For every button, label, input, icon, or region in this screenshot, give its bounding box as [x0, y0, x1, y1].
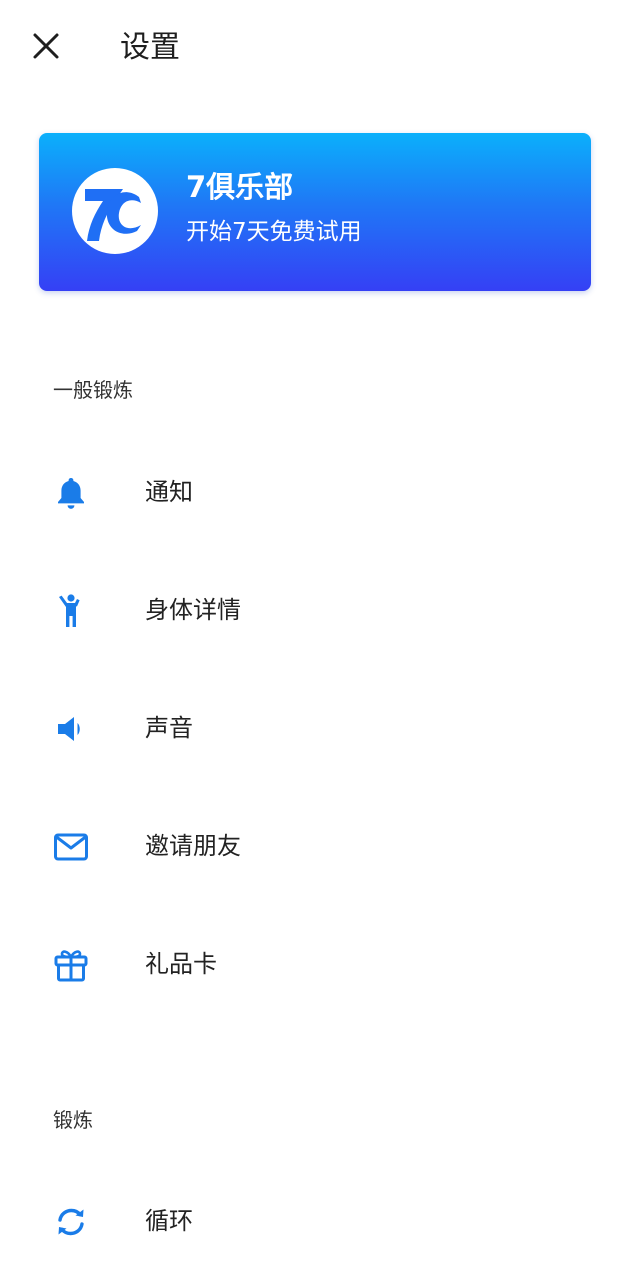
gift-icon — [54, 950, 88, 982]
promo-title: 7俱乐部 — [186, 170, 294, 204]
menu-item-label: 声音 — [145, 714, 193, 742]
section-header-workout: 锻炼 — [53, 1108, 93, 1132]
menu-item-label: 礼品卡 — [145, 950, 217, 978]
person-icon — [59, 594, 80, 627]
menu-item-notifications[interactable]: 通知 — [0, 447, 630, 537]
menu-item-label: 循环 — [145, 1207, 193, 1235]
promo-subtitle: 开始7天免费试用 — [186, 219, 362, 245]
seven-club-logo-icon — [72, 168, 158, 254]
menu-item-loop[interactable]: 循环 — [0, 1176, 630, 1266]
club-promo-card[interactable]: 7俱乐部 开始7天免费试用 — [39, 133, 591, 291]
mail-icon — [54, 833, 88, 861]
top-bar: 设置 — [0, 0, 630, 96]
menu-item-label: 邀请朋友 — [145, 832, 241, 860]
close-icon — [33, 33, 59, 59]
section-header-general: 一般锻炼 — [53, 378, 133, 402]
menu-item-gift-card[interactable]: 礼品卡 — [0, 919, 630, 1009]
speaker-icon — [58, 717, 80, 741]
settings-screen: 设置 7俱乐部 开始7天免费试用 一般锻炼 通知 身体详情 声音 邀请朋友 礼品… — [0, 0, 630, 1280]
menu-item-label: 身体详情 — [145, 596, 241, 624]
menu-item-sound[interactable]: 声音 — [0, 683, 630, 773]
menu-item-invite-friends[interactable]: 邀请朋友 — [0, 801, 630, 891]
page-title: 设置 — [120, 30, 180, 65]
close-button[interactable] — [22, 22, 70, 70]
repeat-icon — [58, 1208, 84, 1236]
menu-item-body-details[interactable]: 身体详情 — [0, 565, 630, 655]
menu-item-label: 通知 — [145, 478, 193, 506]
bell-icon — [58, 478, 84, 509]
